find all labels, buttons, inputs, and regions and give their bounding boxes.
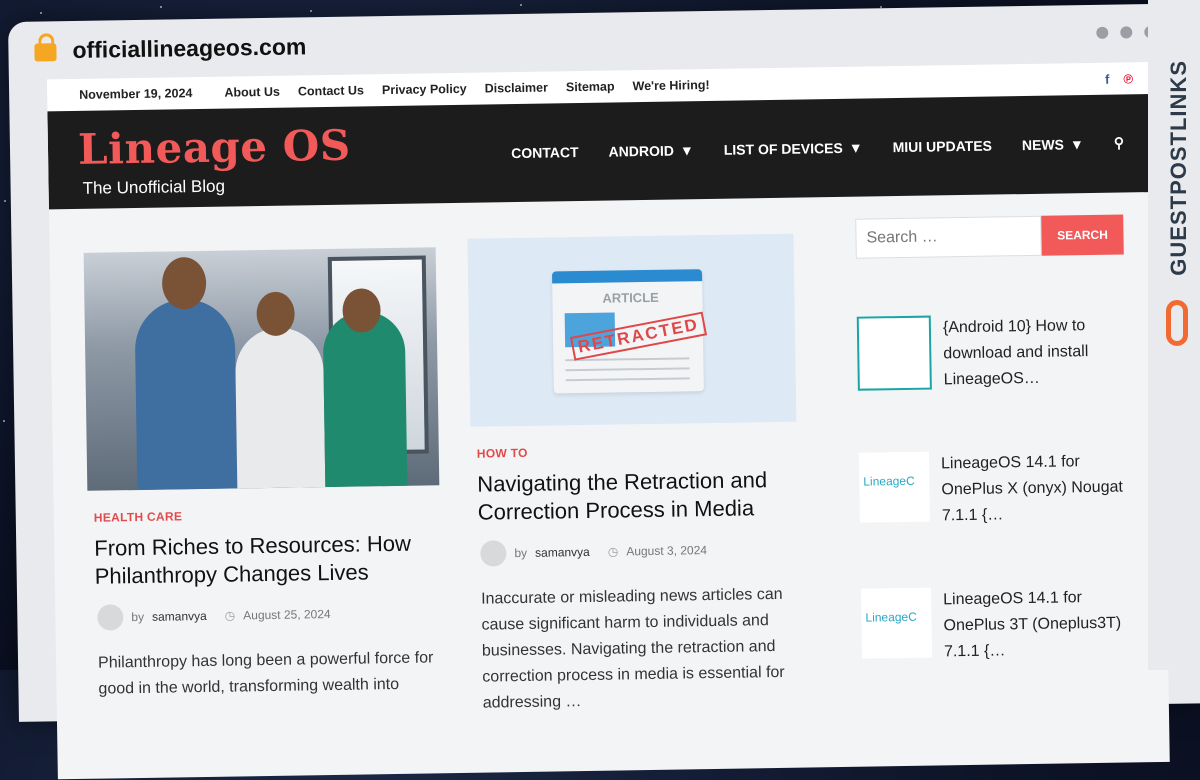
site-tagline: The Unofficial Blog xyxy=(82,176,226,198)
post-meta: by samanvya ◷ August 25, 2024 xyxy=(97,599,447,631)
article-bar xyxy=(551,269,703,284)
facebook-icon[interactable]: f xyxy=(1105,71,1110,86)
post-author[interactable]: samanvya xyxy=(535,545,590,560)
nav-android[interactable]: ANDROID ▼ xyxy=(608,142,693,159)
post-date[interactable]: August 25, 2024 xyxy=(243,607,331,622)
post-card: HEALTH CARE From Riches to Resources: Ho… xyxy=(83,247,449,703)
sidebar: SEARCH {Android 10} How to download and … xyxy=(855,214,1142,666)
nav-label: ANDROID xyxy=(608,142,675,160)
article-word: ARTICLE xyxy=(602,289,659,306)
window-dot[interactable] xyxy=(1096,26,1109,39)
list-item[interactable]: {Android 10} How to download and install… xyxy=(856,312,1138,394)
post-card: ARTICLE RETRACTED HOW TO Navigating the … xyxy=(467,233,804,717)
lineage-logo: LineageC xyxy=(863,473,915,489)
search-icon[interactable]: ⚲ xyxy=(1114,134,1125,151)
list-item[interactable]: LineageC LineageOS 14.1 for OnePlus 3T (… xyxy=(861,584,1142,666)
post-thumbnail[interactable] xyxy=(856,315,932,391)
clock-icon: ◷ xyxy=(224,608,236,623)
link-contact-us[interactable]: Contact Us xyxy=(298,83,364,98)
window-dot[interactable] xyxy=(1120,26,1133,39)
social-links: f ℗ xyxy=(1105,71,1133,86)
chevron-down-icon: ▼ xyxy=(848,139,863,156)
post-excerpt: Inaccurate or misleading news articles c… xyxy=(480,585,785,712)
nav-news[interactable]: NEWS ▼ xyxy=(1022,136,1084,153)
post-category[interactable]: HEALTH CARE xyxy=(94,505,446,524)
post-title[interactable]: From Riches to Resources: How Philanthro… xyxy=(94,529,447,591)
sidebar-post-title[interactable]: {Android 10} How to download and install… xyxy=(943,312,1138,393)
search-button[interactable]: SEARCH xyxy=(1041,214,1124,256)
text-line xyxy=(565,377,690,382)
avatar xyxy=(480,540,507,567)
sidebar-post-title[interactable]: LineageOS 14.1 for OnePlus 3T (Oneplus3T… xyxy=(943,584,1142,665)
nav-label: CONTACT xyxy=(511,143,579,161)
nav-miui-updates[interactable]: MIUI UPDATES xyxy=(893,137,993,155)
list-item[interactable]: LineageC LineageOS 14.1 for OnePlus X (o… xyxy=(858,448,1140,530)
lock-icon xyxy=(34,43,57,62)
avatar xyxy=(97,604,124,631)
doctor-figure xyxy=(234,327,326,489)
pinterest-icon[interactable]: ℗ xyxy=(1123,71,1133,86)
sidebar-search: SEARCH xyxy=(855,214,1136,259)
site-header: Lineage OS The Unofficial Blog CONTACT A… xyxy=(47,93,1161,210)
sidebar-post-title[interactable]: LineageOS 14.1 for OnePlus X (onyx) Noug… xyxy=(941,448,1140,529)
nav-contact[interactable]: CONTACT xyxy=(511,144,579,161)
main-nav: CONTACT ANDROID ▼ LIST OF DEVICES ▼ MIUI U… xyxy=(511,134,1124,161)
chevron-down-icon: ▼ xyxy=(679,141,694,158)
url-text[interactable]: officiallineageos.com xyxy=(72,33,306,64)
by-label: by xyxy=(514,545,528,561)
search-input[interactable] xyxy=(855,215,1042,259)
post-category[interactable]: HOW TO xyxy=(477,442,801,461)
clock-icon: ◷ xyxy=(607,544,619,559)
web-page: November 19, 2024 About Us Contact Us Pr… xyxy=(46,61,1170,780)
watermark-band: GUESTPOSTLINKS xyxy=(1148,0,1200,670)
post-excerpt: Philanthropy has long been a powerful fo… xyxy=(97,649,434,698)
doctor-figure xyxy=(134,298,238,491)
nav-label: NEWS xyxy=(1021,135,1065,153)
nav-label: MIUI UPDATES xyxy=(892,137,993,155)
post-date[interactable]: August 3, 2024 xyxy=(626,543,707,558)
post-image-retracted[interactable]: ARTICLE RETRACTED xyxy=(467,233,797,427)
post-image-doctors[interactable] xyxy=(83,247,440,491)
current-date: November 19, 2024 xyxy=(79,86,193,102)
browser-window: officiallineageos.com November 19, 2024 … xyxy=(8,3,1200,780)
by-label: by xyxy=(131,609,145,625)
nav-label: LIST OF DEVICES xyxy=(723,139,843,158)
doctor-figure xyxy=(322,310,408,488)
watermark-text: GUESTPOSTLINKS xyxy=(1166,60,1191,276)
post-meta: by samanvya ◷ August 3, 2024 xyxy=(480,536,802,567)
post-author[interactable]: samanvya xyxy=(152,609,207,624)
lineage-logo: LineageC xyxy=(865,609,917,625)
post-title[interactable]: Navigating the Retraction and Correction… xyxy=(477,466,802,527)
link-hiring[interactable]: We're Hiring! xyxy=(632,78,709,93)
post-thumbnail[interactable]: LineageC xyxy=(861,587,933,659)
link-sitemap[interactable]: Sitemap xyxy=(566,79,615,94)
chevron-down-icon: ▼ xyxy=(1069,135,1084,152)
link-about-us[interactable]: About Us xyxy=(224,85,280,100)
article-graphic: ARTICLE RETRACTED xyxy=(551,269,707,394)
link-icon xyxy=(1166,300,1188,346)
text-line xyxy=(565,367,690,372)
site-logo[interactable]: Lineage OS xyxy=(78,121,351,174)
link-privacy-policy[interactable]: Privacy Policy xyxy=(382,82,467,97)
post-thumbnail[interactable]: LineageC xyxy=(858,451,930,523)
nav-list-of-devices[interactable]: LIST OF DEVICES ▼ xyxy=(724,139,863,157)
link-disclaimer[interactable]: Disclaimer xyxy=(485,81,548,96)
